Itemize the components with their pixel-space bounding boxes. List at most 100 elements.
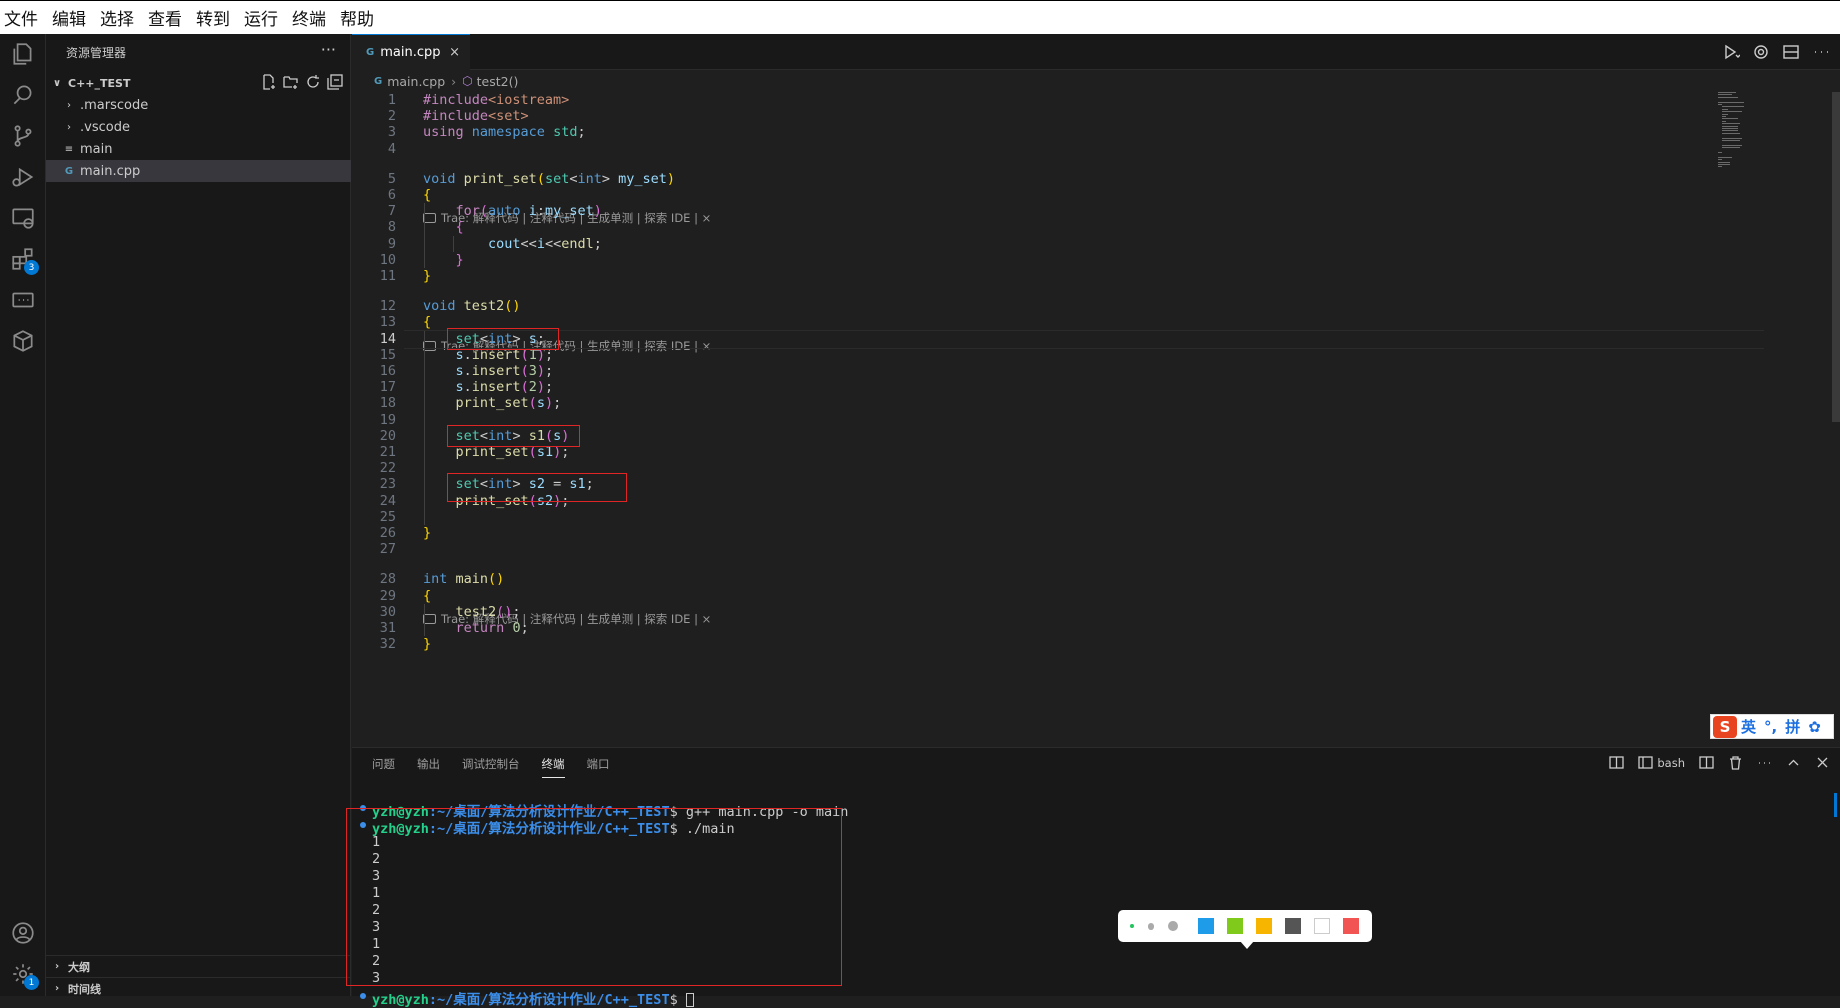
code-line[interactable]: 11} [352,268,1712,287]
terminal-shell[interactable]: bash [1638,755,1685,770]
color-swatch[interactable] [1198,918,1215,934]
code-text: } [423,268,432,284]
menu-item[interactable]: 转到 [196,5,230,30]
line-number: 3 [387,124,396,141]
menu-item[interactable]: 运行 [244,5,278,30]
remote-explorer-icon[interactable] [0,198,46,238]
breadcrumb-symbol[interactable]: test2() [477,74,519,89]
minimap-line [1722,116,1726,117]
tree-item[interactable]: Gmain.cpp [46,160,351,182]
split-editor-icon[interactable] [1782,43,1800,61]
dot-large[interactable] [1168,921,1179,931]
line-number: 32 [379,636,396,653]
ime-pinyin[interactable]: 拼 [1785,716,1800,737]
run-debug-icon[interactable] [0,157,46,197]
more-actions-icon[interactable] [1757,755,1772,770]
color-swatch[interactable] [1256,918,1273,934]
close-icon[interactable]: × [449,45,460,60]
minimap-line [1722,132,1740,134]
tree-item[interactable]: › .vscode [46,116,351,138]
run-file-icon[interactable] [1722,43,1740,61]
color-swatch[interactable] [1227,918,1244,934]
chevron-right-icon: › [67,99,71,111]
color-swatch[interactable] [1343,918,1360,934]
ime-settings-icon[interactable]: ✿ [1808,718,1821,736]
ime-toolbar[interactable]: S 英 °, 拼 ✿ [1710,714,1834,739]
terminal-shell-label: bash [1657,755,1685,770]
trash-icon[interactable] [1728,755,1743,770]
search-icon[interactable] [0,75,46,115]
code-text: void test2() [423,298,521,315]
code-editor[interactable]: 1 #include<iostream> 2 #include<set> 3 using … [352,92,1840,747]
code-line[interactable]: 27 [352,541,1712,560]
line-number: 26 [379,525,396,541]
menu-item[interactable]: 编辑 [52,5,86,30]
package-icon[interactable] [0,321,46,361]
account-icon[interactable] [0,913,46,953]
color-swatch[interactable] [1314,918,1331,934]
chat-icon[interactable] [0,280,46,320]
explorer-icon[interactable] [0,34,46,74]
line-number: 18 [379,395,396,412]
menu-item[interactable]: 文件 [4,5,38,30]
more-actions-icon[interactable]: ··· [321,40,336,59]
settings-gear-icon[interactable]: 1 [0,954,46,994]
dot-medium[interactable] [1147,922,1155,930]
minimap-line [1722,118,1738,120]
code-text: return 0; [455,620,529,636]
terminal-scrollbar[interactable] [1834,793,1837,817]
editor-scrollbar[interactable] [1832,92,1840,422]
split-pane-icon[interactable] [1699,755,1714,770]
ime-mode[interactable]: 英 [1741,716,1756,737]
refresh-icon[interactable] [305,74,321,90]
activity-bar: 3 1 [0,34,46,996]
panel-tab[interactable]: 调试控制台 [462,756,520,778]
tree-item[interactable]: › .marscode [46,94,351,116]
minimap-line [1718,159,1722,161]
code-text: print_set(s); [455,395,562,412]
dot-small[interactable] [1130,924,1134,928]
tree-item[interactable]: ≡ main [46,138,351,160]
line-number: 15 [379,346,396,363]
ime-punct[interactable]: °, [1764,718,1777,736]
outline-section[interactable]: › 大纲 [46,955,351,977]
minimap-line [1718,161,1730,163]
project-folder-header[interactable]: ∨ C++_TEST [46,72,351,94]
more-actions-icon[interactable] [1812,43,1830,61]
tab-main-cpp[interactable]: G main.cpp × [352,34,470,70]
color-swatch[interactable] [1285,918,1302,934]
minimap[interactable] [1718,92,1758,172]
collapse-all-icon[interactable] [327,74,343,90]
panel-tab[interactable]: 端口 [587,756,610,778]
tree-item-label: main.cpp [80,163,141,179]
line-number: 14 [379,330,396,347]
line-number: 11 [379,268,396,284]
maximize-panel-icon[interactable] [1786,755,1801,770]
source-control-icon[interactable] [0,116,46,156]
panel-tab[interactable]: 输出 [417,756,440,778]
line-number: 9 [387,235,396,252]
panel-tab[interactable]: 终端 [541,756,565,778]
code-line[interactable]: 4 [352,141,1712,160]
code-line[interactable]: 32} [352,636,1712,655]
breadcrumb-file[interactable]: main.cpp [387,74,445,89]
code-text: { [423,187,432,203]
menu-item[interactable]: 查看 [148,5,182,30]
split-terminal-icon[interactable] [1609,755,1625,770]
menu-item[interactable]: 帮助 [340,5,374,30]
new-file-icon[interactable] [261,74,277,90]
command: $ [669,992,686,1008]
minimap-line [1718,104,1722,105]
menu-item[interactable]: 选择 [100,5,134,30]
line-number: 31 [379,620,396,636]
minimap-line [1722,113,1728,115]
panel-tab[interactable]: 问题 [372,756,395,778]
code-text: { [423,587,432,604]
close-panel-icon[interactable] [1815,755,1830,770]
terminal-cursor [685,993,694,1007]
new-folder-icon[interactable] [283,74,299,90]
code-text: cout<<i<<endl; [488,235,602,252]
menu-item[interactable]: 终端 [292,5,326,30]
extensions-icon[interactable]: 3 [0,239,46,279]
editor-settings-icon[interactable] [1752,43,1770,61]
